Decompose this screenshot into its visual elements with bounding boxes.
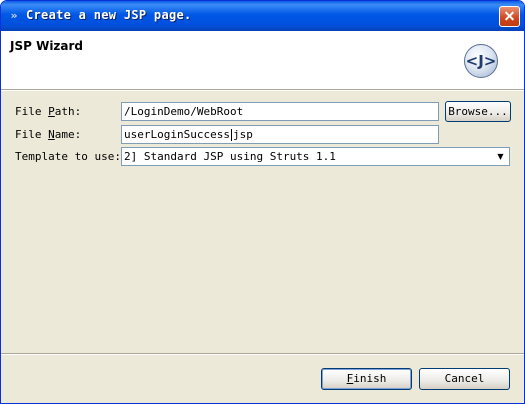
cancel-button[interactable]: Cancel	[419, 368, 510, 390]
template-label: Template to use:	[15, 150, 121, 163]
finish-button[interactable]: Finish	[321, 368, 412, 390]
template-selected-value: 2] Standard JSP using Struts 1.1	[124, 150, 336, 163]
file-path-field[interactable]: /LoginDemo/WebRoot	[121, 102, 439, 121]
file-path-label: File Path:	[15, 105, 82, 118]
file-name-field[interactable]: userLoginSuccess jsp	[121, 125, 439, 144]
file-name-label: File Name:	[15, 128, 82, 141]
text-caret	[230, 129, 232, 141]
window-title: Create a new JSP page.	[26, 8, 192, 22]
divider	[1, 90, 524, 91]
template-select[interactable]: 2] Standard JSP using Struts 1.1 ▼	[121, 147, 510, 166]
close-button[interactable]	[499, 6, 520, 27]
title-bar[interactable]: » Create a new JSP page.	[1, 1, 524, 31]
jsp-logo-icon: <J>	[464, 44, 498, 78]
arrow-icon: »	[10, 9, 18, 22]
dialog-window: » Create a new JSP page. JSP Wizard <J> …	[0, 0, 525, 404]
footer-divider-highlight	[1, 354, 524, 355]
browse-button[interactable]: Browse...	[445, 101, 511, 122]
wizard-banner: JSP Wizard <J>	[1, 31, 524, 90]
chevron-down-icon[interactable]: ▼	[493, 149, 508, 164]
banner-title: JSP Wizard	[10, 39, 84, 53]
